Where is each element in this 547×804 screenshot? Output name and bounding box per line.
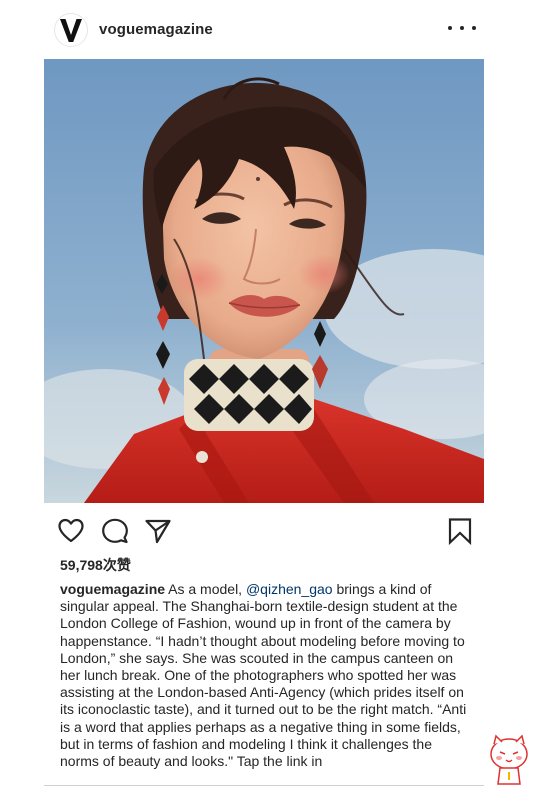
heart-icon[interactable] [57,517,85,545]
vogue-v-logo-icon [60,19,82,42]
divider [44,785,484,786]
more-horizontal-icon[interactable] [448,18,476,38]
caption-mention-link[interactable]: @qizhen_gao [246,581,333,597]
more-dot [460,26,464,30]
vogue-v-logo-icon[interactable] [54,13,88,47]
post-header: voguemagazine [0,0,547,58]
post-photo[interactable] [44,59,484,503]
post-caption: voguemagazine As a model, @qizhen_gao br… [60,581,472,770]
portrait-photo [44,59,484,503]
action-bar [0,510,547,550]
paper-plane-icon[interactable] [144,517,172,545]
caption-username[interactable]: voguemagazine [60,581,165,597]
post-username[interactable]: voguemagazine [99,21,213,38]
instagram-post: voguemagazine 59,798次赞 voguemagazine As … [0,0,547,804]
caption-text: brings a kind of singular appeal. The Sh… [60,581,467,770]
cartoon-cat-sticker-icon [490,734,528,785]
comment-bubble-icon[interactable] [101,517,129,545]
likes-count[interactable]: 59,798次赞 [60,555,131,575]
more-dot [448,26,452,30]
more-dot [472,26,476,30]
caption-text: As a model, [165,581,246,597]
bookmark-icon[interactable] [446,517,474,545]
